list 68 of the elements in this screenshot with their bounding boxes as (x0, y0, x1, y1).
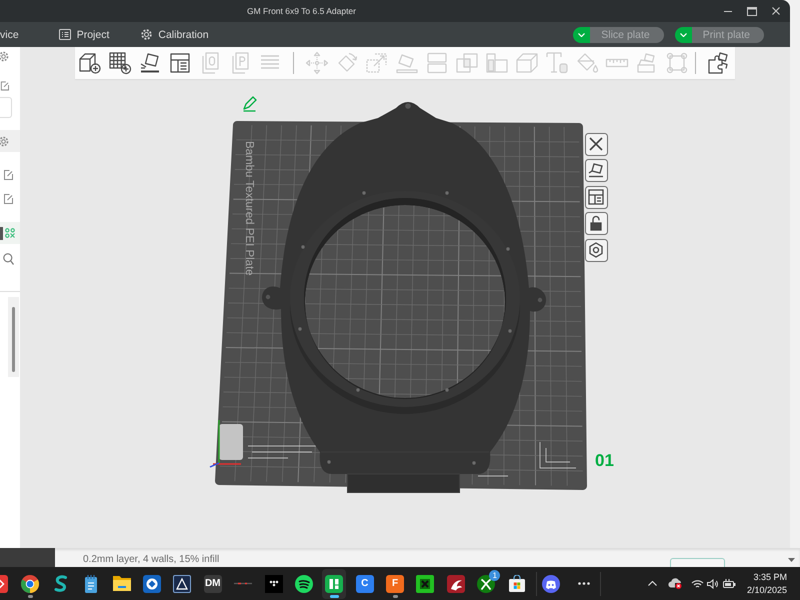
battery-icon[interactable] (722, 578, 736, 588)
sound-waves-icon[interactable] (294, 574, 313, 592)
input-field[interactable] (0, 97, 12, 118)
x-tile-icon[interactable] (416, 574, 434, 592)
window-title: GM Front 6x9 To 6.5 Adapter (247, 6, 356, 16)
close-icon[interactable] (772, 7, 780, 15)
plate-number: 01 (595, 451, 614, 470)
diamond-tile-icon[interactable] (0, 574, 8, 592)
s-curve-icon[interactable] (54, 575, 68, 592)
speaker-adapter-model[interactable] (262, 102, 546, 493)
notepad-icon[interactable] (84, 574, 98, 592)
edit-icon[interactable] (0, 80, 9, 91)
chevron-down-icon (680, 32, 687, 36)
menu-tab[interactable]: vice (0, 22, 19, 47)
edit-icon[interactable] (3, 193, 13, 204)
cube-plus-icon[interactable] (78, 51, 102, 75)
scrollbar-thumb[interactable] (12, 307, 15, 372)
gamepad-icon[interactable] (542, 574, 560, 592)
dots-icon[interactable] (5, 228, 15, 238)
taskbar-app-button[interactable] (322, 568, 346, 598)
clock-time: 3:35 PM (753, 570, 787, 584)
layout-icon[interactable] (168, 51, 192, 75)
plate-label: Bambu Textured PEI Plate (243, 141, 255, 276)
taskbar-app-button[interactable]: DM (200, 568, 225, 598)
edit-icon[interactable] (3, 169, 13, 180)
chevron-down-icon (578, 32, 586, 36)
sphere-x-icon[interactable] (477, 574, 496, 592)
cloud-x-icon[interactable] (668, 578, 682, 589)
wifi-icon[interactable] (690, 578, 704, 588)
taskbar-app-button[interactable]: 1 (474, 568, 498, 598)
thumbnail-placeholder (0, 548, 55, 567)
bars-tile-icon[interactable] (325, 574, 344, 592)
more-icon[interactable] (578, 582, 590, 585)
clock-date: 2/10/2025 (746, 584, 787, 596)
padlock-icon[interactable] (585, 212, 608, 235)
layout-icon[interactable] (585, 186, 608, 209)
shopping-bag-icon[interactable] (508, 575, 525, 592)
orient-icon[interactable] (585, 159, 608, 182)
chevron-up-icon[interactable] (648, 581, 657, 586)
gear-icon[interactable] (141, 29, 152, 40)
triangle-tile-icon[interactable] (173, 574, 192, 592)
dash-line-icon[interactable] (234, 582, 252, 585)
volume-icon[interactable] (706, 578, 718, 588)
list-row[interactable] (0, 222, 20, 244)
menu-tab[interactable]: Project (58, 22, 110, 47)
notification-badge: 1 (489, 570, 500, 580)
diamond-tile-icon[interactable] (142, 574, 161, 592)
close-icon[interactable] (585, 133, 608, 156)
maximize-icon[interactable] (747, 6, 757, 16)
axes-drawing (210, 420, 243, 468)
menu-tab[interactable]: Calibration (141, 22, 209, 47)
folder-icon[interactable] (112, 576, 131, 591)
search-icon[interactable] (3, 253, 14, 265)
browser-icon[interactable] (21, 574, 40, 592)
taskbar-app-button[interactable]: C (352, 568, 377, 598)
selection-bar (0, 226, 3, 240)
grid-plus-icon[interactable] (108, 51, 132, 75)
dropdown-button[interactable] (674, 26, 692, 42)
list-icon[interactable] (58, 29, 71, 40)
layer-summary: 0.2mm layer, 4 walls, 15% infill (83, 554, 220, 566)
orient-icon[interactable] (138, 51, 162, 75)
scroll-down-icon[interactable] (788, 558, 795, 562)
dropdown-button[interactable] (573, 26, 590, 42)
taskbar-app-button[interactable]: F (383, 568, 408, 598)
minimize-icon[interactable] (724, 10, 732, 12)
swoosh-tile-icon[interactable] (446, 574, 465, 592)
settings-icon[interactable] (585, 239, 608, 262)
dots-tile-icon[interactable] (264, 574, 283, 592)
